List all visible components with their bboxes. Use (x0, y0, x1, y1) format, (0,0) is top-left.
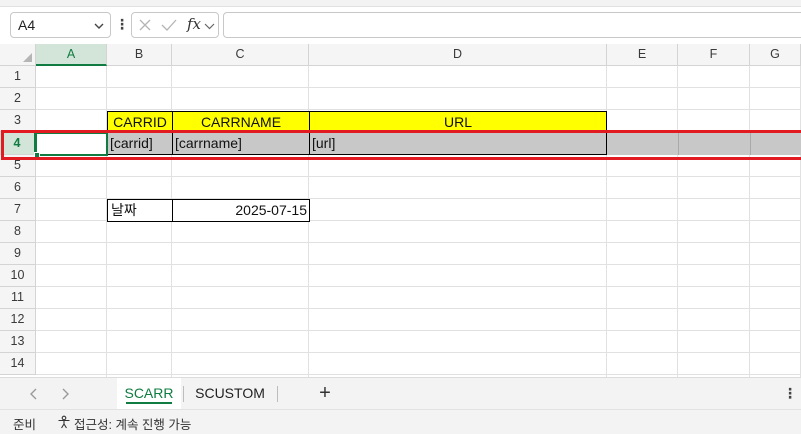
gridline-horizontal (36, 264, 801, 265)
chevron-down-icon[interactable] (204, 21, 215, 31)
column-header-B[interactable]: B (107, 44, 172, 66)
sheet-tab-label: SCARR (124, 385, 174, 401)
sheet-tab-label: SCUSTOM (195, 385, 265, 401)
cell-C7[interactable]: 2025-07-15 (172, 199, 310, 222)
row-header-1[interactable]: 1 (0, 66, 36, 88)
column-header-E[interactable]: E (607, 44, 678, 66)
status-ready: 준비 (13, 418, 37, 432)
row-header-2[interactable]: 2 (0, 88, 36, 110)
gridline-horizontal (36, 109, 801, 110)
status-accessibility[interactable]: 접근성: 계속 진행 가능 (74, 414, 191, 433)
column-header-D[interactable]: D (309, 44, 607, 66)
row-header-3[interactable]: 3 (0, 110, 36, 132)
row-header-10[interactable]: 10 (0, 265, 36, 287)
sheet-tab-scarr[interactable]: SCARR (117, 378, 181, 409)
cancel-x-icon[interactable] (138, 18, 152, 32)
select-all-button[interactable] (0, 44, 36, 66)
sheet-options-button[interactable]: ⋮ (783, 386, 797, 402)
gridline-horizontal (36, 87, 801, 88)
gridline-horizontal (36, 308, 801, 309)
row-header-12[interactable]: 12 (0, 309, 36, 331)
formula-tools: fx (131, 12, 219, 38)
accessibility-icon[interactable] (57, 415, 71, 429)
row-header-6[interactable]: 6 (0, 177, 36, 199)
column-header-F[interactable]: F (678, 44, 750, 66)
chevron-down-icon[interactable] (93, 20, 105, 32)
formula-bar-more-button[interactable]: ⋮ (115, 15, 129, 35)
row-4-highlight (1, 130, 801, 160)
row-header-14[interactable]: 14 (0, 353, 36, 375)
row-header-11[interactable]: 11 (0, 287, 36, 309)
gridline-horizontal (36, 352, 801, 353)
sheet-tabs-bar: SCARR SCUSTOM + ⋮ (0, 377, 801, 409)
checkmark-icon[interactable] (161, 18, 177, 32)
row-header-9[interactable]: 9 (0, 243, 36, 265)
ribbon-edge (0, 0, 801, 7)
chevron-left-icon[interactable] (27, 386, 41, 402)
gridline-horizontal (36, 374, 801, 375)
name-box[interactable]: A4 (10, 12, 111, 38)
column-header-A[interactable]: A (36, 44, 107, 66)
worksheet-grid[interactable]: ABCDEFG 1 2 3 4 5 6 7 8 9 10 11 12 13 14 CARRID CARRN… (0, 44, 801, 377)
sheet-tab-scustom[interactable]: SCUSTOM (186, 378, 274, 409)
name-box-value: A4 (18, 17, 36, 33)
chevron-right-icon[interactable] (58, 386, 72, 402)
row-header-13[interactable]: 13 (0, 331, 36, 353)
column-header-G[interactable]: G (750, 44, 801, 66)
active-tab-indicator (126, 402, 172, 404)
gridline-horizontal (36, 176, 801, 177)
cell-B7[interactable]: 날짜 (107, 199, 173, 222)
gridline-horizontal (36, 242, 801, 243)
tab-divider (183, 386, 184, 402)
gridline-horizontal (36, 330, 801, 331)
row-header-7[interactable]: 7 (0, 199, 36, 221)
gridline-horizontal (36, 286, 801, 287)
status-bar: 준비 접근성: 계속 진행 가능 (0, 409, 801, 434)
add-sheet-button[interactable]: + (315, 381, 335, 405)
column-header-C[interactable]: C (172, 44, 309, 66)
tab-divider (277, 386, 278, 402)
row-header-8[interactable]: 8 (0, 221, 36, 243)
select-all-triangle (23, 53, 32, 62)
formula-input[interactable] (223, 12, 801, 38)
insert-function-button[interactable]: fx (187, 15, 201, 33)
formula-bar: A4 ⋮ fx (0, 7, 801, 42)
